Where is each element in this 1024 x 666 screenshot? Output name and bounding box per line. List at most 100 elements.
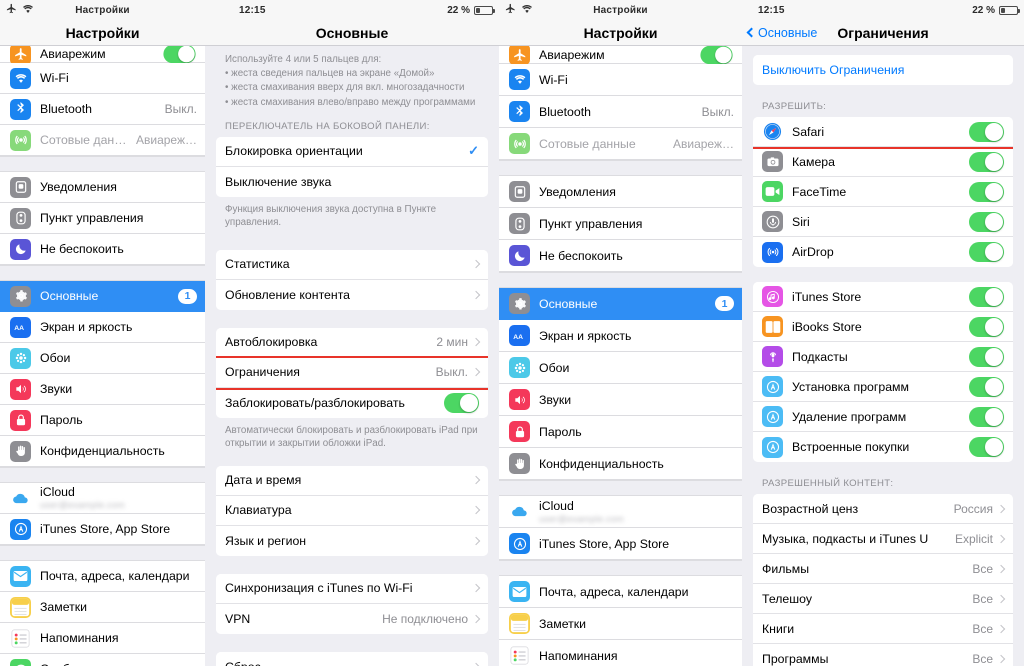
gesture-item: • жеста сведения пальцев на экране «Домо…	[225, 68, 435, 80]
row-language-region[interactable]: Язык и регион	[216, 525, 488, 556]
sidebar-item-сообщения[interactable]: Сообщения	[0, 654, 205, 666]
sidebar-item-label: Сотовые данные	[539, 136, 636, 151]
restriction-row-удаление-программ[interactable]: Удаление программ	[753, 402, 1013, 432]
lock-unlock-toggle[interactable]	[444, 392, 479, 413]
restriction-toggle-siri[interactable]	[969, 211, 1004, 232]
content-row-программы[interactable]: Программы Все	[753, 644, 1013, 666]
bluetooth-icon	[10, 98, 31, 120]
content-row-музыка-подкасты-и-itunes-u[interactable]: Музыка, подкасты и iTunes U Explicit	[753, 524, 1013, 554]
content-row-телешоу[interactable]: Телешоу Все	[753, 584, 1013, 614]
sidebar-item-заметки[interactable]: Заметки	[0, 592, 205, 623]
sidebar-item-label: Bluetooth	[40, 102, 92, 116]
content-row-возрастной-ценз[interactable]: Возрастной ценз Россия	[753, 494, 1013, 524]
sidebar-section-gap	[499, 560, 742, 576]
sidebar-item-напоминания[interactable]: Напоминания	[0, 623, 205, 654]
sidebar-item-icloud[interactable]: iCloud user@example.com	[499, 496, 742, 528]
general-settings-content[interactable]: Используйте 4 или 5 пальцев для: • жеста…	[205, 46, 499, 666]
restriction-row-встроенные-покупки[interactable]: Встроенные покупки	[753, 432, 1013, 462]
row-reset[interactable]: Сброс	[216, 651, 488, 666]
sidebar-item-wi-fi[interactable]: Wi-Fi	[0, 63, 205, 94]
restriction-toggle-safari[interactable]	[969, 121, 1004, 142]
row-mute[interactable]: Выключение звука	[216, 166, 488, 197]
sidebar-item-сотовые-данные[interactable]: Сотовые данные Авиареж…	[0, 125, 205, 156]
sidebar-item-пункт-управления[interactable]: Пункт управления	[0, 203, 205, 234]
restriction-row-подкасты[interactable]: Подкасты	[753, 342, 1013, 372]
row-background-refresh[interactable]: Обновление контента	[216, 279, 488, 310]
restriction-toggle-встроенные-покупки[interactable]	[969, 437, 1004, 457]
sidebar-item-основные[interactable]: Основные 1	[0, 281, 205, 312]
sidebar-item-авиарежим[interactable]: Авиарежим	[499, 46, 742, 65]
gear-icon	[509, 293, 530, 314]
sidebar-item-bluetooth[interactable]: Bluetooth Выкл.	[0, 94, 205, 125]
restriction-toggle-facetime[interactable]	[969, 181, 1004, 202]
sidebar-item-сотовые-данные[interactable]: Сотовые данные Авиареж…	[499, 128, 742, 160]
restriction-toggle-ibooks-store[interactable]	[969, 316, 1004, 337]
sidebar-item-пароль[interactable]: Пароль	[499, 416, 742, 448]
row-itunes-wifi-sync[interactable]: Синхронизация с iTunes по Wi-Fi	[216, 573, 488, 604]
restriction-row-facetime[interactable]: FaceTime	[753, 177, 1013, 207]
airplane-mode-toggle[interactable]	[163, 46, 196, 64]
row-orientation-lock[interactable]: Блокировка ориентации ✓	[216, 136, 488, 167]
restriction-row-камера[interactable]: Камера	[753, 147, 1013, 177]
sidebar-item-уведомления[interactable]: Уведомления	[499, 176, 742, 208]
content-row-фильмы[interactable]: Фильмы Все	[753, 554, 1013, 584]
sidebar-item-конфиденциальность[interactable]: Конфиденциальность	[499, 448, 742, 480]
notifications-icon	[509, 181, 530, 202]
sidebar-item-уведомления[interactable]: Уведомления	[0, 172, 205, 203]
restriction-row-airdrop[interactable]: AirDrop	[753, 237, 1013, 267]
restriction-row-safari[interactable]: Safari	[753, 117, 1013, 149]
sidebar-item-почта-адреса-календари[interactable]: Почта, адреса, календари	[0, 561, 205, 592]
sidebar-item-не-беспокоить[interactable]: Не беспокоить	[499, 240, 742, 272]
sidebar-item-пароль[interactable]: Пароль	[0, 405, 205, 436]
sidebar-item-пункт-управления[interactable]: Пункт управления	[499, 208, 742, 240]
sidebar-item-звуки[interactable]: Звуки	[499, 384, 742, 416]
row-lock-unlock[interactable]: Заблокировать/разблокировать	[216, 387, 488, 418]
sidebar-item-конфиденциальность[interactable]: Конфиденциальность	[0, 436, 205, 467]
sidebar-item-bluetooth[interactable]: Bluetooth Выкл.	[499, 96, 742, 128]
airplane-mode-toggle[interactable]	[700, 46, 733, 64]
sidebar-list-1[interactable]: Авиарежим Wi-Fi Bluetooth Выкл. Сотовые данн…	[0, 46, 205, 666]
app-store-icon	[762, 406, 783, 427]
sidebar-item-авиарежим[interactable]: Авиарежим	[0, 46, 205, 65]
sidebar-item-заметки[interactable]: Заметки	[499, 608, 742, 640]
row-keyboard[interactable]: Клавиатура	[216, 495, 488, 526]
chevron-right-icon	[471, 475, 481, 485]
sidebar-item-wi-fi[interactable]: Wi-Fi	[499, 64, 742, 96]
restriction-row-установка-программ[interactable]: Установка программ	[753, 372, 1013, 402]
content-row-книги[interactable]: Книги Все	[753, 614, 1013, 644]
sidebar-item-label: Основные	[539, 296, 598, 311]
sidebar-item-itunes-store-app-store[interactable]: iTunes Store, App Store	[499, 528, 742, 560]
restriction-toggle-airdrop[interactable]	[969, 242, 1004, 262]
row-label: VPN	[225, 611, 251, 626]
restriction-toggle-камера[interactable]	[969, 151, 1004, 172]
row-value: Не подключено	[382, 611, 468, 626]
sidebar-item-экран-и-яркость[interactable]: AA Экран и яркость	[0, 312, 205, 343]
row-auto-lock[interactable]: Автоблокировка 2 мин	[216, 327, 488, 358]
sidebar-item-напоминания[interactable]: Напоминания	[499, 640, 742, 666]
row-vpn[interactable]: VPN Не подключено	[216, 603, 488, 634]
restriction-toggle-подкасты[interactable]	[969, 346, 1004, 367]
sidebar-item-основные[interactable]: Основные 1	[499, 288, 742, 320]
restriction-row-ibooks-store[interactable]: iBooks Store	[753, 312, 1013, 342]
sidebar-item-обои[interactable]: Обои	[0, 343, 205, 374]
restriction-toggle-удаление-программ[interactable]	[969, 406, 1004, 427]
sidebar-item-icloud[interactable]: iCloud user@example.com	[0, 483, 205, 514]
back-button-general[interactable]: Основные	[746, 26, 817, 40]
sidebar-list-2[interactable]: Авиарежим Wi-Fi Bluetooth Выкл. Сотовые данн…	[499, 46, 742, 666]
sidebar-item-не-беспокоить[interactable]: Не беспокоить	[0, 234, 205, 265]
restriction-toggle-установка-программ[interactable]	[969, 376, 1004, 397]
sidebar-item-экран-и-яркость[interactable]: AA Экран и яркость	[499, 320, 742, 352]
row-statistics[interactable]: Статистика	[216, 249, 488, 280]
restriction-row-itunes-store[interactable]: iTunes Store	[753, 282, 1013, 312]
sidebar-item-label: Уведомления	[539, 184, 616, 199]
disable-restrictions-button[interactable]: Выключить Ограничения	[753, 55, 1013, 85]
restrictions-content[interactable]: Выключить Ограничения РАЗРЕШИТЬ: Safari К…	[742, 46, 1024, 666]
restriction-row-siri[interactable]: Siri	[753, 207, 1013, 237]
sidebar-item-itunes-store-app-store[interactable]: iTunes Store, App Store	[0, 514, 205, 545]
sidebar-item-обои[interactable]: Обои	[499, 352, 742, 384]
row-date-time[interactable]: Дата и время	[216, 465, 488, 496]
sidebar-item-почта-адреса-календари[interactable]: Почта, адреса, календари	[499, 576, 742, 608]
restriction-toggle-itunes-store[interactable]	[969, 286, 1004, 307]
row-restrictions[interactable]: Ограничения Выкл.	[216, 355, 488, 390]
sidebar-item-звуки[interactable]: Звуки	[0, 374, 205, 405]
